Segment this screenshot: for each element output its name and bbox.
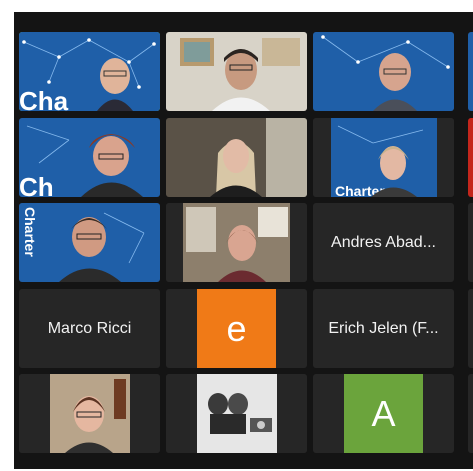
room-video xyxy=(19,374,160,453)
participant-avatar-tile[interactable]: e xyxy=(166,289,307,368)
participant-video-tile[interactable]: Charter xyxy=(19,203,160,282)
participant-video-tile[interactable] xyxy=(19,374,160,453)
participant-name-tile[interactable]: Marco Ricci xyxy=(19,289,160,368)
participant-avatar-tile[interactable]: A xyxy=(313,374,454,453)
participant-video-tile[interactable]: Ch xyxy=(19,118,160,197)
charter-background-video: Charter xyxy=(313,32,454,111)
participant-name-tile[interactable]: Erich Jelen (F... xyxy=(313,289,454,368)
participant-name: Andres Abad... xyxy=(331,233,436,251)
charter-background-video: Charter xyxy=(19,203,160,282)
participant-video-tile[interactable]: Cha xyxy=(19,32,160,111)
participant-video-tile[interactable]: Charter xyxy=(313,118,454,197)
avatar: A xyxy=(344,374,423,453)
participant-video-tile-cutoff xyxy=(468,32,473,111)
room-video xyxy=(166,118,307,197)
participant-video-tile[interactable] xyxy=(166,32,307,111)
participant-video-tile-cutoff xyxy=(468,118,473,197)
participant-video-tile[interactable] xyxy=(166,118,307,197)
svg-text:Charter: Charter xyxy=(22,207,38,257)
participant-video-tile[interactable]: Charter xyxy=(313,32,454,111)
participant-tile-cutoff xyxy=(468,203,473,282)
participant-name-tile[interactable]: Andres Abad... xyxy=(313,203,454,282)
charter-background-video: Charter xyxy=(313,118,454,197)
participant-tile-cutoff xyxy=(468,374,473,453)
avatar-letter: A xyxy=(371,392,396,434)
svg-text:Cha: Cha xyxy=(19,86,69,111)
svg-text:Ch: Ch xyxy=(19,172,54,197)
video-grid: Cha Ch Charter Charter Andres Abad... Ma… xyxy=(14,12,473,469)
charter-background-video: Cha xyxy=(19,32,160,111)
bw-photo xyxy=(166,374,307,453)
avatar: e xyxy=(197,289,276,368)
participant-tile-cutoff xyxy=(468,289,473,368)
room-video xyxy=(166,32,307,111)
room-video xyxy=(166,203,307,282)
avatar-letter: e xyxy=(226,307,247,349)
participant-video-tile[interactable] xyxy=(166,203,307,282)
participant-photo-tile[interactable] xyxy=(166,374,307,453)
participant-name: Marco Ricci xyxy=(47,319,132,337)
charter-background-video: Ch xyxy=(19,118,160,197)
participant-name: Erich Jelen (F... xyxy=(328,319,439,337)
